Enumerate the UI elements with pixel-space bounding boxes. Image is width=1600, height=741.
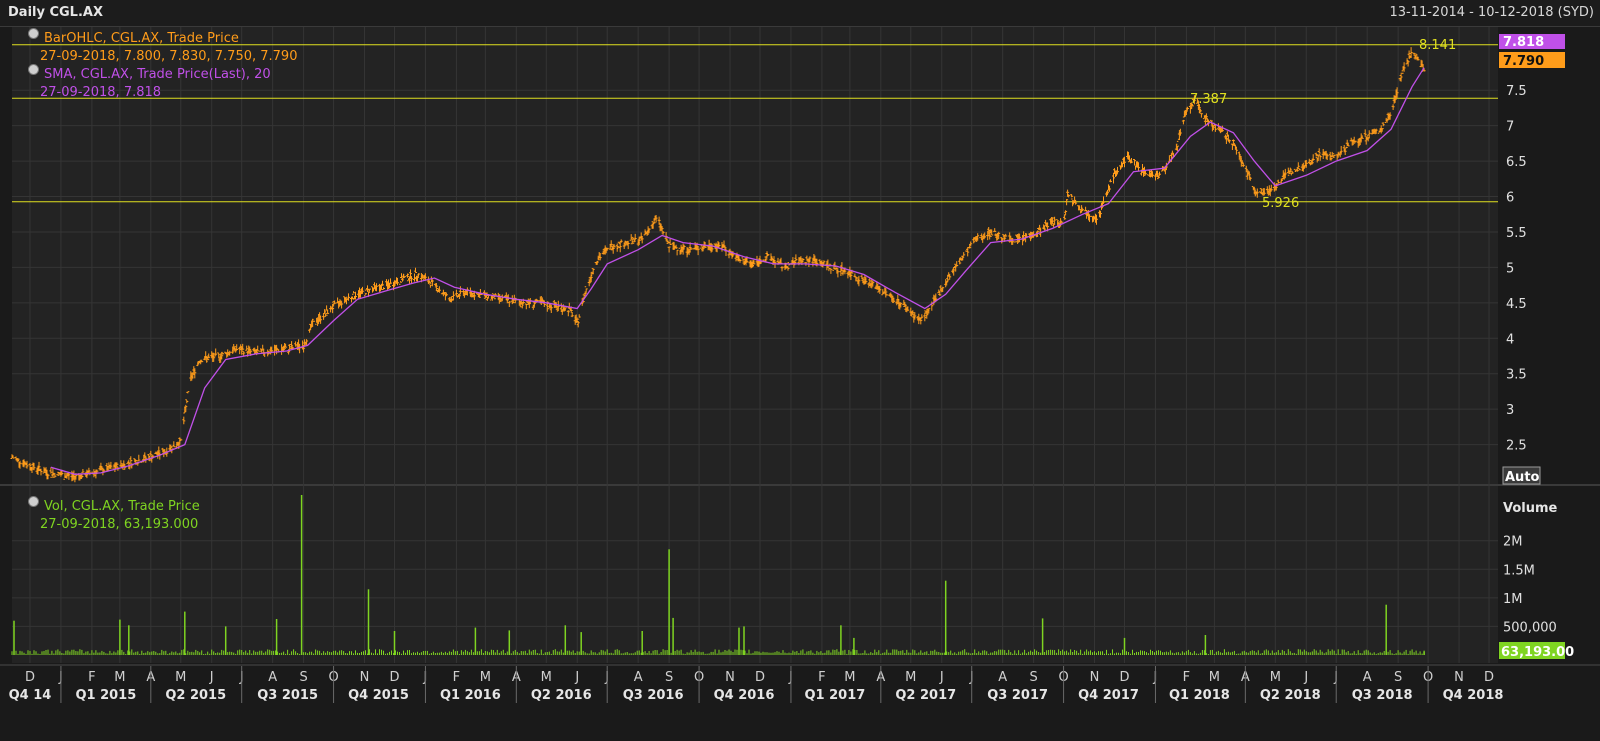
month-tick-label: J — [58, 670, 63, 685]
quarter-label: Q3 2018 — [1352, 688, 1413, 703]
ohlc-legend[interactable]: BarOHLC, CGL.AX, Trade Price 27-09-2018,… — [28, 27, 298, 66]
volume-tick-label: 500,000 — [1503, 620, 1557, 635]
quarter-label: Q4 14 — [9, 688, 52, 703]
month-tick-label: J — [574, 670, 579, 685]
month-tick-label: A — [998, 670, 1007, 685]
quarter-label: Q4 2015 — [348, 688, 409, 703]
month-tick-label: A — [1363, 670, 1372, 685]
sma-legend-name: SMA, CGL.AX, Trade Price(Last), 20 — [44, 67, 271, 82]
month-tick-label: M — [1209, 670, 1220, 685]
quarter-label: Q4 2016 — [714, 688, 775, 703]
volume-tick-label: 1M — [1503, 592, 1523, 607]
month-tick-label: N — [725, 670, 735, 685]
month-tick-label: M — [175, 670, 186, 685]
month-tick-label: D — [755, 670, 765, 685]
quarter-label: Q3 2017 — [987, 688, 1048, 703]
month-tick-label: S — [299, 670, 307, 685]
chart-window: Daily CGL.AX 13-11-2014 - 10-12-2018 (SY… — [0, 0, 1600, 741]
sma-legend[interactable]: SMA, CGL.AX, Trade Price(Last), 20 27-09… — [28, 63, 271, 102]
quarter-label: Q2 2015 — [165, 688, 226, 703]
quarter-label: Q3 2016 — [623, 688, 684, 703]
price-auto-scale-label: Auto — [1505, 470, 1540, 485]
quarter-label: Q1 2015 — [75, 688, 136, 703]
volume-legend-name: Vol, CGL.AX, Trade Price — [44, 499, 200, 514]
level-label-mid: 7.387 — [1190, 92, 1227, 107]
price-tick-label: 6 — [1506, 191, 1514, 206]
quarter-label: Q2 2016 — [531, 688, 592, 703]
quarter-label: Q3 2015 — [257, 688, 318, 703]
sma-legend-values: 27-09-2018, 7.818 — [40, 85, 162, 100]
month-tick-label: N — [360, 670, 370, 685]
month-tick-label: M — [114, 670, 125, 685]
month-tick-label: S — [665, 670, 673, 685]
month-tick-label: M — [541, 670, 552, 685]
quarter-label: Q4 2018 — [1443, 688, 1504, 703]
volume-legend[interactable]: Vol, CGL.AX, Trade Price 27-09-2018, 63,… — [28, 495, 200, 534]
month-tick-label: F — [818, 670, 825, 685]
price-value-label: 7.790 — [1503, 54, 1544, 69]
price-tick-label: 5.5 — [1506, 226, 1527, 241]
month-tick-label: J — [939, 670, 944, 685]
price-tick-label: 3.5 — [1506, 368, 1527, 383]
month-tick-label: N — [1454, 670, 1464, 685]
legend-toggle-icon[interactable] — [28, 63, 39, 75]
price-tick-label: 2.5 — [1506, 439, 1527, 454]
month-tick-label: F — [453, 670, 460, 685]
level-label-low: 5.926 — [1262, 196, 1299, 211]
month-tick-label: M — [1270, 670, 1281, 685]
volume-legend-values: 27-09-2018, 63,193.000 — [40, 517, 199, 532]
month-tick-label: D — [1484, 670, 1494, 685]
price-tick-label: 5 — [1506, 261, 1514, 276]
volume-axis-title: Volume — [1503, 501, 1558, 516]
legend-toggle-icon[interactable] — [28, 495, 39, 507]
price-tick-label: 4.5 — [1506, 297, 1527, 312]
quarter-label: Q4 2017 — [1078, 688, 1139, 703]
month-tick-label: J — [209, 670, 214, 685]
price-tick-label: 4 — [1506, 332, 1514, 347]
price-tick-label: 7 — [1506, 120, 1514, 135]
ohlc-bar — [1014, 241, 1018, 243]
month-tick-label: M — [480, 670, 491, 685]
price-tick-label: 6.5 — [1506, 155, 1527, 170]
month-tick-label: F — [88, 670, 95, 685]
month-tick-label: J — [1303, 670, 1308, 685]
month-tick-label: M — [844, 670, 855, 685]
month-tick-label: D — [1119, 670, 1129, 685]
volume-tick-label: 2M — [1503, 535, 1523, 550]
month-tick-label: F — [1183, 670, 1190, 685]
month-tick-label: M — [905, 670, 916, 685]
month-tick-label: N — [1090, 670, 1100, 685]
quarter-label: Q2 2017 — [895, 688, 956, 703]
month-tick-label: S — [1394, 670, 1402, 685]
quarter-label: Q1 2017 — [804, 688, 865, 703]
sma-value-label: 7.818 — [1503, 35, 1544, 50]
legend-toggle-icon[interactable] — [28, 27, 39, 39]
month-tick-label: A — [634, 670, 643, 685]
quarter-label: Q1 2016 — [440, 688, 501, 703]
month-tick-label: D — [25, 670, 35, 685]
ohlc-legend-name: BarOHLC, CGL.AX, Trade Price — [44, 31, 239, 46]
month-tick-label: D — [389, 670, 399, 685]
quarter-label: Q2 2018 — [1260, 688, 1321, 703]
price-volume-chart[interactable]: DJFMAMJJASONDJFMAMJJASONDJFMAMJJASONDJFM… — [0, 0, 1600, 741]
price-tick-label: 7.5 — [1506, 84, 1527, 99]
ohlc-legend-values: 27-09-2018, 7.800, 7.830, 7.750, 7.790 — [40, 49, 298, 64]
volume-value-label: 63,193.00 — [1501, 645, 1574, 660]
level-label-high: 8.141 — [1419, 38, 1456, 53]
quarter-label: Q1 2018 — [1169, 688, 1230, 703]
price-tick-label: 3 — [1506, 403, 1514, 418]
volume-tick-label: 1.5M — [1503, 563, 1535, 578]
month-tick-label: A — [268, 670, 277, 685]
month-tick-label: S — [1029, 670, 1037, 685]
